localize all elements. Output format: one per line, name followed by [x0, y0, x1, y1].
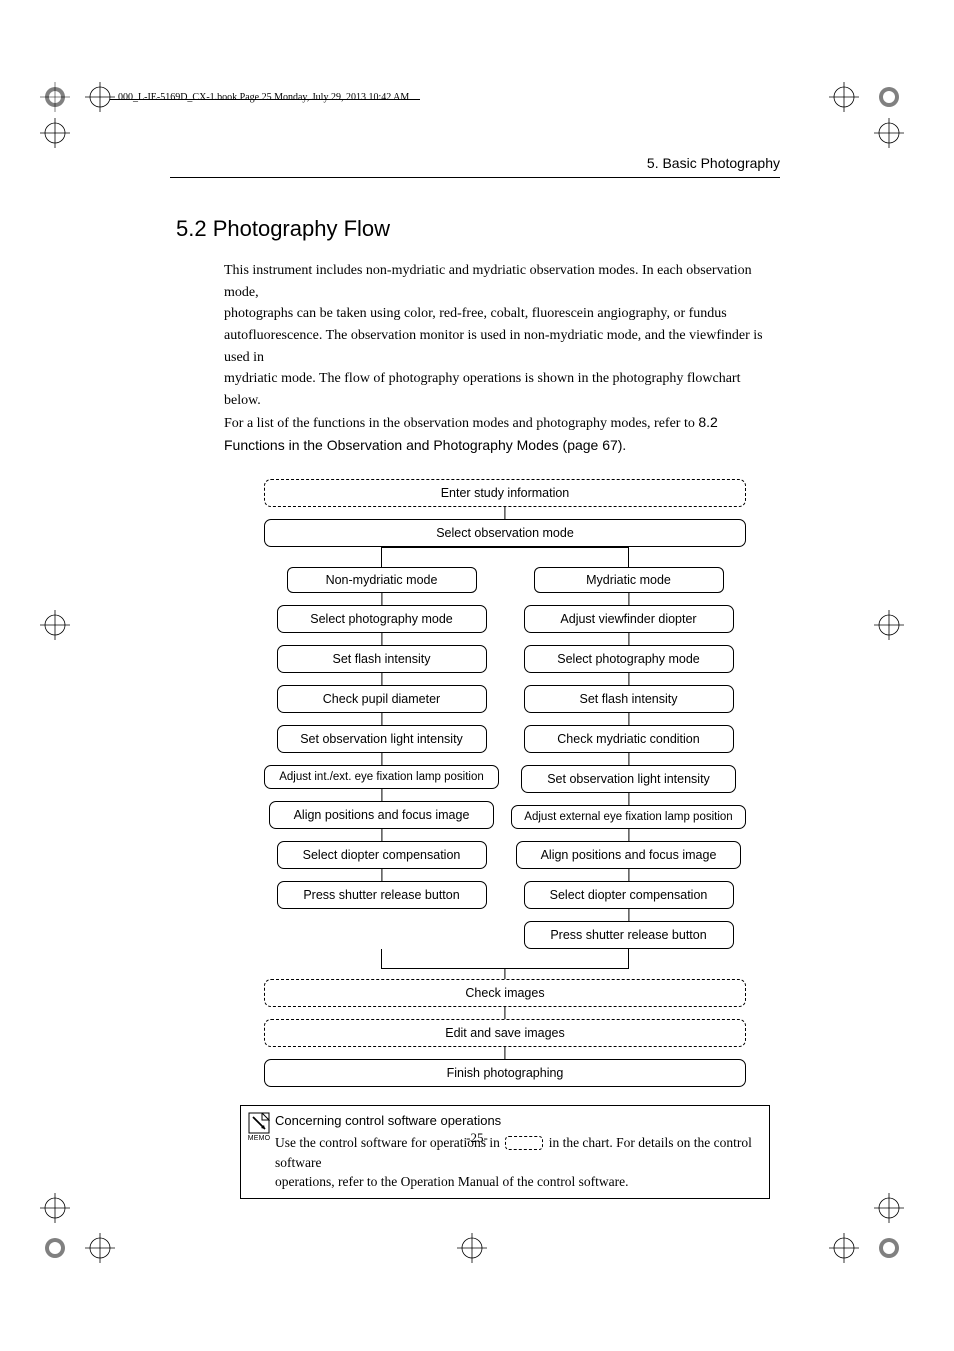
intro-line: For a list of the functions in the obser…: [224, 416, 698, 431]
flow-right-step: Press shutter release button: [524, 921, 734, 949]
photography-flowchart: Enter study information Select observati…: [264, 479, 746, 1087]
section-title: 5.2 Photography Flow: [176, 216, 780, 242]
flow-join-connector: [264, 949, 746, 969]
flow-left-step: Adjust int./ext. eye fixation lamp posit…: [264, 765, 499, 789]
crop-mark-icon: [874, 118, 914, 158]
flow-right-step: Adjust external eye fixation lamp positi…: [511, 805, 746, 829]
flow-left-step: Align positions and focus image: [269, 801, 494, 829]
flow-head-non-mydriatic: Non-mydriatic mode: [287, 567, 477, 593]
flow-step-finish: Finish photographing: [264, 1059, 746, 1087]
flow-column-non-mydriatic: Non-mydriatic mode Select photography mo…: [264, 567, 499, 909]
running-header: 000_L-IE-5169D_CX-1.book Page 25 Monday,…: [118, 92, 409, 103]
flow-left-step: Set observation light intensity: [277, 725, 487, 753]
crop-mark-icon: [40, 1193, 80, 1233]
crop-mark-icon: [40, 82, 80, 122]
flow-step-select-observation: Select observation mode: [264, 519, 746, 547]
chapter-label: 5. Basic Photography: [170, 155, 780, 171]
flow-step-edit-save: Edit and save images: [264, 1019, 746, 1047]
crop-mark-icon: [40, 118, 80, 158]
flow-right-step: Set flash intensity: [524, 685, 734, 713]
page-number: -25-: [0, 1130, 954, 1146]
flow-left-step: Select diopter compensation: [277, 841, 487, 869]
memo-icon: MEMO: [241, 1106, 275, 1198]
flow-right-step: Check mydriatic condition: [524, 725, 734, 753]
intro-line: photographs can be taken using color, re…: [224, 306, 727, 321]
crop-mark-icon: [874, 1233, 914, 1273]
intro-line: mydriatic mode. The flow of photography …: [224, 371, 740, 408]
crop-mark-icon: [40, 1233, 80, 1273]
top-rule: [170, 177, 780, 178]
crop-mark-icon: [40, 610, 80, 650]
crop-mark-icon: [829, 1233, 869, 1273]
flow-right-step: Select photography mode: [524, 645, 734, 673]
flow-step-enter-study: Enter study information: [264, 479, 746, 507]
intro-line: This instrument includes non-mydriatic a…: [224, 263, 752, 300]
crop-mark-icon: [829, 82, 869, 122]
intro-line: .: [622, 439, 626, 454]
flow-left-step: Check pupil diameter: [277, 685, 487, 713]
flow-head-mydriatic: Mydriatic mode: [534, 567, 724, 593]
flow-left-step: Select photography mode: [277, 605, 487, 633]
flow-right-step: Select diopter compensation: [524, 881, 734, 909]
crop-mark-icon: [874, 1193, 914, 1233]
flow-left-step: Set flash intensity: [277, 645, 487, 673]
memo-text-c: operations, refer to the Operation Manua…: [275, 1174, 629, 1189]
flow-column-mydriatic: Mydriatic mode Adjust viewfinder diopter…: [511, 567, 746, 949]
memo-title: Concerning control software operations: [275, 1112, 761, 1131]
crop-mark-icon: [874, 610, 914, 650]
crop-mark-icon: [457, 1233, 497, 1273]
flow-step-check-images: Check images: [264, 979, 746, 1007]
flow-left-step: Press shutter release button: [277, 881, 487, 909]
flow-right-step: Align positions and focus image: [516, 841, 741, 869]
intro-paragraph: This instrument includes non-mydriatic a…: [224, 260, 780, 457]
flow-right-step: Adjust viewfinder diopter: [524, 605, 734, 633]
memo-box: MEMO Concerning control software operati…: [240, 1105, 770, 1199]
flow-right-step: Set observation light intensity: [521, 765, 736, 793]
intro-line: autofluorescence. The observation monito…: [224, 328, 763, 365]
flow-split-connector: [264, 547, 746, 567]
crop-mark-icon: [85, 1233, 125, 1273]
crop-mark-icon: [874, 82, 914, 122]
